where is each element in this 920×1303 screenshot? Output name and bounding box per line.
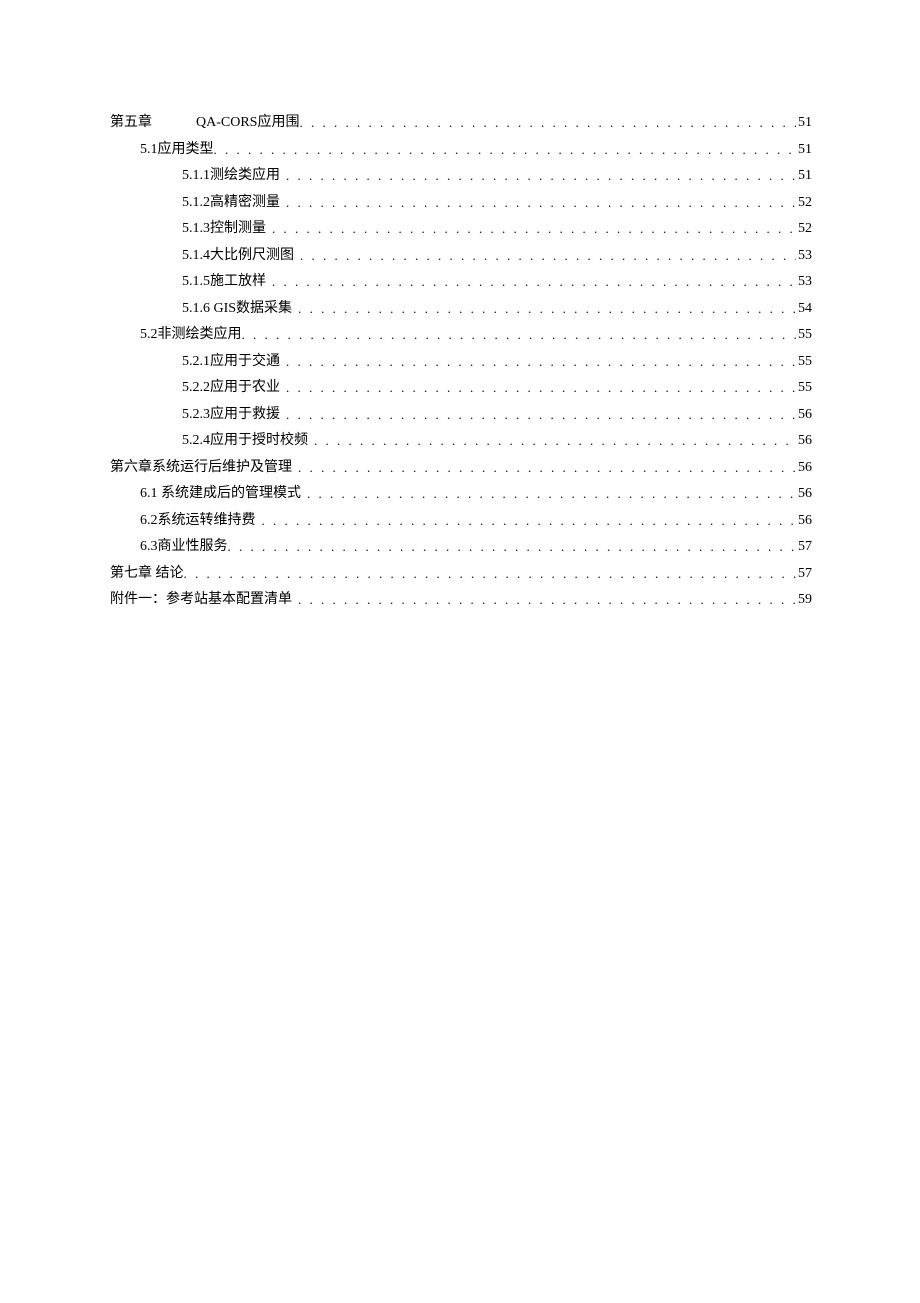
toc-leader-dots [214,143,797,156]
toc-entry: 5.2.1应用于交通 55 [110,354,812,369]
toc-entry: 5.1.1测绘类应用 51 [110,168,812,183]
toc-page-number: 56 [796,408,812,422]
toc-entry: 5.1应用类型 51 [110,142,812,157]
toc-entry: 5.1.2高精密测量 52 [110,195,812,210]
toc-leader-dots [242,328,797,341]
toc-entry: 5.2.2应用于农业 55 [110,380,812,395]
toc-entry: 5.2非测绘类应用 55 [110,327,812,342]
toc-entry: 6.3商业性服务 57 [110,539,812,554]
toc-label: 5.2.2应用于农业 [182,381,280,395]
toc-label: 第七章 结论 [110,567,184,581]
toc-page-number: 53 [796,275,812,289]
toc-entry: 6.1 系统建成后的管理模式 56 [110,486,812,501]
toc-chapter-title: QA-CORS应用围 [196,116,299,130]
toc-entry: 6.2系统运转维持费 56 [110,513,812,528]
toc-entry: 5.2.4应用于授时校频 56 [110,433,812,448]
toc-page-number: 55 [796,328,812,342]
toc-label: 附件一：参考站基本配置清单 [110,593,292,607]
toc-label: 5.1.2高精密测量 [182,196,280,210]
toc-leader-dots [300,249,796,262]
toc-label: 5.1应用类型 [140,143,214,157]
toc-entry: 第六章系统运行后维护及管理 56 [110,460,812,475]
toc-leader-dots [184,567,797,580]
toc-leader-dots [286,355,796,368]
toc-label: 6.1 系统建成后的管理模式 [140,487,301,501]
toc-label: 5.2.1应用于交通 [182,355,280,369]
toc-leader-dots [272,275,796,288]
toc-leader-dots [286,381,796,394]
toc-label: 6.3商业性服务 [140,540,228,554]
toc-page-number: 53 [796,249,812,263]
toc-entry: 5.1.6 GIS数据采集 54 [110,301,812,316]
toc-page-number: 56 [796,487,812,501]
table-of-contents: 第五章QA-CORS应用围515.1应用类型515.1.1测绘类应用515.1.… [110,115,812,607]
toc-label: 5.1.1测绘类应用 [182,169,280,183]
toc-leader-dots [298,302,796,315]
toc-page-number: 57 [796,540,812,554]
toc-chapter-prefix: 第五章 [110,116,152,130]
toc-leader-dots [298,593,796,606]
toc-label: 第六章系统运行后维护及管理 [110,461,292,475]
toc-leader-dots [286,196,796,209]
toc-page-number: 56 [796,514,812,528]
toc-label: 5.2.3应用于救援 [182,408,280,422]
toc-page-number: 56 [796,461,812,475]
toc-page-number: 55 [796,355,812,369]
toc-page-number: 57 [796,567,812,581]
toc-label: 5.2非测绘类应用 [140,328,242,342]
toc-leader-dots [298,461,796,474]
toc-leader-dots [228,540,797,553]
toc-label: 第五章 QA-CORS应用围 [110,116,299,130]
toc-page-number: 52 [796,196,812,210]
toc-entry: 5.2.3应用于救援 56 [110,407,812,422]
toc-entry: 5.1.5施工放样 53 [110,274,812,289]
toc-page-number: 52 [796,222,812,236]
toc-leader-dots [314,434,796,447]
toc-page-number: 54 [796,302,812,316]
toc-page-number: 55 [796,381,812,395]
toc-page-number: 56 [796,434,812,448]
toc-label: 5.1.5施工放样 [182,275,266,289]
toc-entry: 5.1.4大比例尺测图 53 [110,248,812,263]
toc-page-number: 51 [796,169,812,183]
toc-leader-dots [286,408,796,421]
toc-leader-dots [307,487,796,500]
toc-label: 5.1.4大比例尺测图 [182,249,294,263]
toc-label: 6.2系统运转维持费 [140,514,256,528]
toc-entry: 第七章 结论 57 [110,566,812,581]
toc-leader-dots [262,514,797,527]
toc-page-number: 51 [796,116,812,130]
toc-leader-dots [286,169,796,182]
toc-entry: 第五章 QA-CORS应用围 51 [110,115,812,130]
toc-page-number: 51 [796,143,812,157]
toc-leader-dots [272,222,796,235]
toc-leader-dots [299,116,796,129]
toc-label: 5.1.6 GIS数据采集 [182,302,292,316]
toc-entry: 附件一：参考站基本配置清单 59 [110,592,812,607]
toc-page-number: 59 [796,593,812,607]
toc-entry: 5.1.3控制测量 52 [110,221,812,236]
toc-label: 5.1.3控制测量 [182,222,266,236]
toc-label: 5.2.4应用于授时校频 [182,434,308,448]
